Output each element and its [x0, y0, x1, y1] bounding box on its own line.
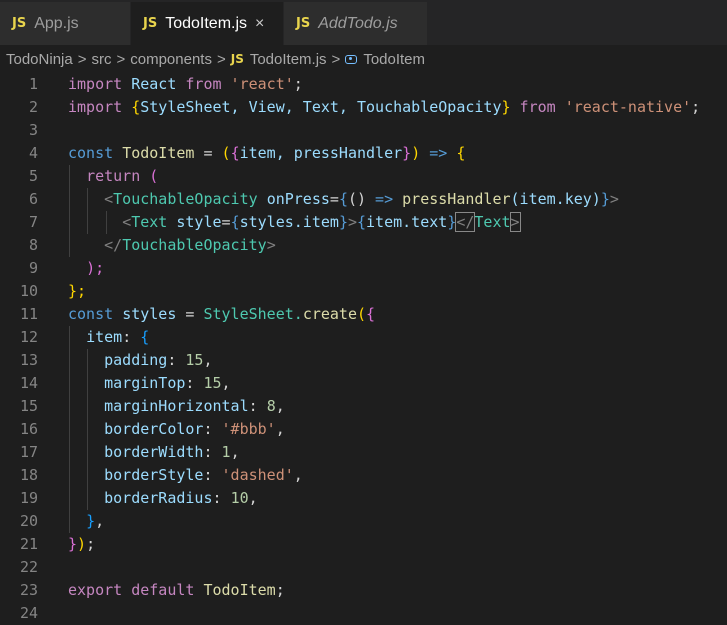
line-number: 12 — [19, 328, 38, 346]
code-line: 24 — [0, 602, 727, 625]
line-number: 7 — [28, 213, 38, 231]
code-line: 2 import {StyleSheet, View, Text, Touchab… — [0, 96, 727, 119]
breadcrumb: TodoNinja > src > components > JS TodoIt… — [0, 46, 727, 72]
code-line: 19 borderRadius: 10, — [0, 487, 727, 510]
code-line: 6 <TouchableOpacity onPress={() => press… — [0, 188, 727, 211]
tab-app-js[interactable]: JS App.js — [0, 2, 130, 45]
code-line: 4 const TodoItem = ({item, pressHandler})… — [0, 142, 727, 165]
tab-addtodo-js[interactable]: JS AddTodo.js — [284, 2, 427, 45]
line-number: 23 — [19, 581, 38, 599]
line-number: 19 — [19, 489, 38, 507]
code-line: 12 item: { — [0, 326, 727, 349]
line-number: 10 — [19, 282, 38, 300]
breadcrumb-item-project[interactable]: TodoNinja — [6, 51, 73, 68]
line-number: 8 — [28, 236, 38, 254]
code-line: 9 ); — [0, 257, 727, 280]
line-number: 6 — [28, 190, 38, 208]
line-number: 16 — [19, 420, 38, 438]
line-number: 11 — [19, 305, 38, 323]
breadcrumb-item-src[interactable]: src — [91, 51, 111, 68]
symbol-class-icon — [345, 54, 358, 64]
breadcrumb-item-symbol[interactable]: TodoItem — [363, 51, 425, 68]
code-line: 16 borderColor: '#bbb', — [0, 418, 727, 441]
tab-label: App.js — [34, 14, 79, 32]
tab-label: TodoItem.js — [165, 14, 248, 32]
line-number: 22 — [19, 558, 38, 576]
line-number: 14 — [19, 374, 38, 392]
code-line: 3 — [0, 119, 727, 142]
chevron-right-icon: > — [216, 50, 226, 68]
code-line: 14 marginTop: 15, — [0, 372, 727, 395]
code-line: 23 export default TodoItem; — [0, 579, 727, 602]
code-line: 22 — [0, 556, 727, 579]
close-icon[interactable]: × — [255, 15, 264, 33]
line-number: 5 — [28, 167, 38, 185]
code-line: 17 borderWidth: 1, — [0, 441, 727, 464]
code-line: 15 marginHorizontal: 8, — [0, 395, 727, 418]
text-cursor — [519, 213, 521, 232]
code-line: 20 }, — [0, 510, 727, 533]
code-line: 10}; — [0, 280, 727, 303]
line-number: 13 — [19, 351, 38, 369]
code-line: 5 return ( — [0, 165, 727, 188]
code-line: 11 const styles = StyleSheet.create({ — [0, 303, 727, 326]
code-line: 13 padding: 15, — [0, 349, 727, 372]
tab-todoitem-js[interactable]: JS TodoItem.js × — [131, 2, 283, 45]
editor-tab-bar: JS App.js JS TodoItem.js × JS AddTodo.js — [0, 0, 727, 45]
javascript-icon: JS — [143, 16, 158, 31]
line-number: 20 — [19, 512, 38, 530]
code-line: 21}); — [0, 533, 727, 556]
code-editor[interactable]: 1 import React from 'react'; 2 import {Sty… — [0, 73, 727, 624]
javascript-icon: JS — [230, 52, 244, 66]
line-number: 17 — [19, 443, 38, 461]
line-number: 9 — [28, 259, 38, 277]
line-number: 15 — [19, 397, 38, 415]
breadcrumb-item-file[interactable]: TodoItem.js — [250, 51, 327, 68]
line-number: 21 — [19, 535, 38, 553]
line-number: 18 — [19, 466, 38, 484]
chevron-right-icon: > — [331, 50, 341, 68]
code-line: 18 borderStyle: 'dashed', — [0, 464, 727, 487]
javascript-icon: JS — [12, 16, 27, 31]
javascript-icon: JS — [296, 16, 311, 31]
code-line: 1 import React from 'react'; — [0, 73, 727, 96]
line-number: 3 — [28, 121, 38, 139]
chevron-right-icon: > — [116, 50, 126, 68]
line-number: 1 — [28, 75, 38, 93]
breadcrumb-item-components[interactable]: components — [130, 51, 212, 68]
code-line: 8 </TouchableOpacity> — [0, 234, 727, 257]
chevron-right-icon: > — [77, 50, 87, 68]
line-number: 24 — [19, 604, 38, 622]
line-number: 4 — [28, 144, 38, 162]
line-number: 2 — [28, 98, 38, 116]
code-line: 7 <Text style={styles.item}>{item.text}<… — [0, 211, 727, 234]
tab-label: AddTodo.js — [318, 14, 398, 32]
